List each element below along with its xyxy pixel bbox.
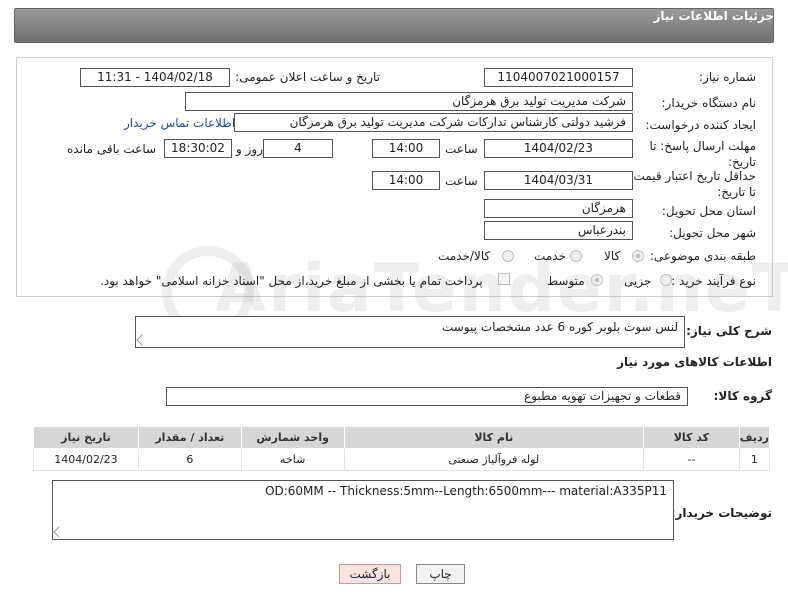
process-minor-radio[interactable] bbox=[660, 274, 672, 286]
buyer-contact-link[interactable]: اطلاعات تماس خریدار bbox=[124, 116, 235, 130]
goods-section-title: اطلاعات کالاهای مورد نیاز bbox=[617, 355, 772, 369]
validity-date-field: 1404/03/31 bbox=[484, 171, 633, 190]
cell-need-date: 1404/02/23 bbox=[33, 448, 139, 471]
col-unit: واحد شمارش bbox=[240, 426, 345, 449]
col-item-name: نام کالا bbox=[343, 426, 644, 449]
reply-deadline-label: مهلت ارسال پاسخ: تا تاریخ: bbox=[649, 139, 756, 169]
buyer-notes-text: OD:60MM -- Thickness:5mm--Length:6500mm-… bbox=[265, 484, 667, 498]
reply-time-label: ساعت bbox=[445, 142, 478, 156]
cell-quantity: 6 bbox=[137, 448, 242, 471]
print-button[interactable]: چاپ bbox=[416, 564, 465, 584]
request-creator-label: ایجاد کننده درخواست: bbox=[645, 118, 756, 132]
buyer-notes-field: OD:60MM -- Thickness:5mm--Length:6500mm-… bbox=[52, 480, 674, 540]
province-field: هرمزگان bbox=[484, 199, 633, 218]
buyer-org-field: شرکت مدیریت تولید برق هرمزگان bbox=[185, 92, 633, 111]
process-minor-label: جزیی bbox=[624, 274, 652, 288]
need-summary-field: لنس سوت بلوبر کوره 6 عدد مشخصات پیوست bbox=[135, 316, 685, 348]
page-title: جزئیات اطلاعات نیاز bbox=[653, 9, 774, 23]
col-quantity: تعداد / مقدار bbox=[137, 426, 242, 449]
validity-time-field: 14:00 bbox=[372, 171, 440, 190]
need-summary-label: شرح کلی نیاز: bbox=[686, 324, 772, 338]
price-validity-label: حداقل تاریخ اعتبار قیمت: تا تاریخ: bbox=[629, 169, 756, 199]
treasury-payment-checkbox[interactable] bbox=[498, 273, 510, 285]
announce-datetime-label: تاریخ و ساعت اعلان عمومی: bbox=[235, 70, 380, 84]
goods-table: ردیف کد کالا نام کالا واحد شمارش تعداد /… bbox=[33, 426, 771, 471]
cell-unit: شاخه bbox=[240, 448, 345, 471]
col-item-code: کد کالا bbox=[642, 426, 740, 449]
table-row: 1 -- لوله فروآلیاژ صنعتی شاخه 6 1404/02/… bbox=[33, 448, 771, 471]
request-creator-field: فرشید دولتی کارشناس تدارکات شرکت مدیریت … bbox=[234, 113, 633, 132]
category-goods-service-radio[interactable] bbox=[502, 250, 514, 262]
need-number-field: 1104007021000157 bbox=[484, 68, 633, 87]
need-summary-text: لنس سوت بلوبر کوره 6 عدد مشخصات پیوست bbox=[442, 320, 678, 334]
city-label: شهر محل تحویل: bbox=[669, 226, 756, 240]
category-goods-service-label: کالا/خدمت bbox=[438, 249, 491, 263]
remaining-time-field: 18:30:02 bbox=[164, 139, 232, 158]
reply-date-field: 1404/02/23 bbox=[484, 139, 633, 158]
cell-row-number: 1 bbox=[738, 448, 771, 471]
goods-group-field: قطعات و تجهیزات تهویه مطبوع bbox=[166, 387, 688, 406]
cell-item-code: -- bbox=[642, 448, 740, 471]
category-label: طبقه بندی موضوعی: bbox=[649, 249, 756, 263]
category-service-radio[interactable] bbox=[570, 250, 582, 262]
goods-table-header: ردیف کد کالا نام کالا واحد شمارش تعداد /… bbox=[33, 426, 771, 449]
buyer-notes-label: توضیحات خریدار: bbox=[670, 506, 772, 520]
process-type-label: نوع فرآیند خرید : bbox=[671, 274, 756, 288]
remaining-time-label: ساعت باقی مانده bbox=[67, 142, 157, 156]
buyer-org-label: نام دستگاه خریدار: bbox=[661, 96, 757, 110]
remaining-days-field: 4 bbox=[263, 139, 333, 158]
process-medium-label: متوسط bbox=[547, 274, 585, 288]
reply-time-field: 14:00 bbox=[372, 139, 440, 158]
col-row-number: ردیف bbox=[738, 426, 771, 449]
announce-datetime-field: 1404/02/18 - 11:31 bbox=[80, 68, 230, 87]
city-field: بندرعباس bbox=[484, 221, 633, 240]
days-label: روز و bbox=[236, 142, 263, 156]
cell-item-name: لوله فروآلیاژ صنعتی bbox=[343, 448, 644, 471]
validity-time-label: ساعت bbox=[445, 174, 478, 188]
process-medium-radio[interactable] bbox=[591, 274, 603, 286]
treasury-payment-note: پرداخت تمام یا بخشی از مبلغ خرید،از محل … bbox=[100, 274, 483, 288]
category-service-label: خدمت bbox=[534, 249, 566, 263]
col-need-date: تاریخ نیاز bbox=[33, 426, 139, 449]
back-button[interactable]: بازگشت bbox=[339, 564, 401, 584]
goods-group-label: گروه کالا: bbox=[713, 389, 772, 403]
province-label: استان محل تحویل: bbox=[661, 204, 756, 218]
category-goods-radio[interactable] bbox=[632, 250, 644, 262]
category-goods-label: کالا bbox=[604, 249, 621, 263]
need-number-label: شماره نیاز: bbox=[699, 70, 756, 84]
